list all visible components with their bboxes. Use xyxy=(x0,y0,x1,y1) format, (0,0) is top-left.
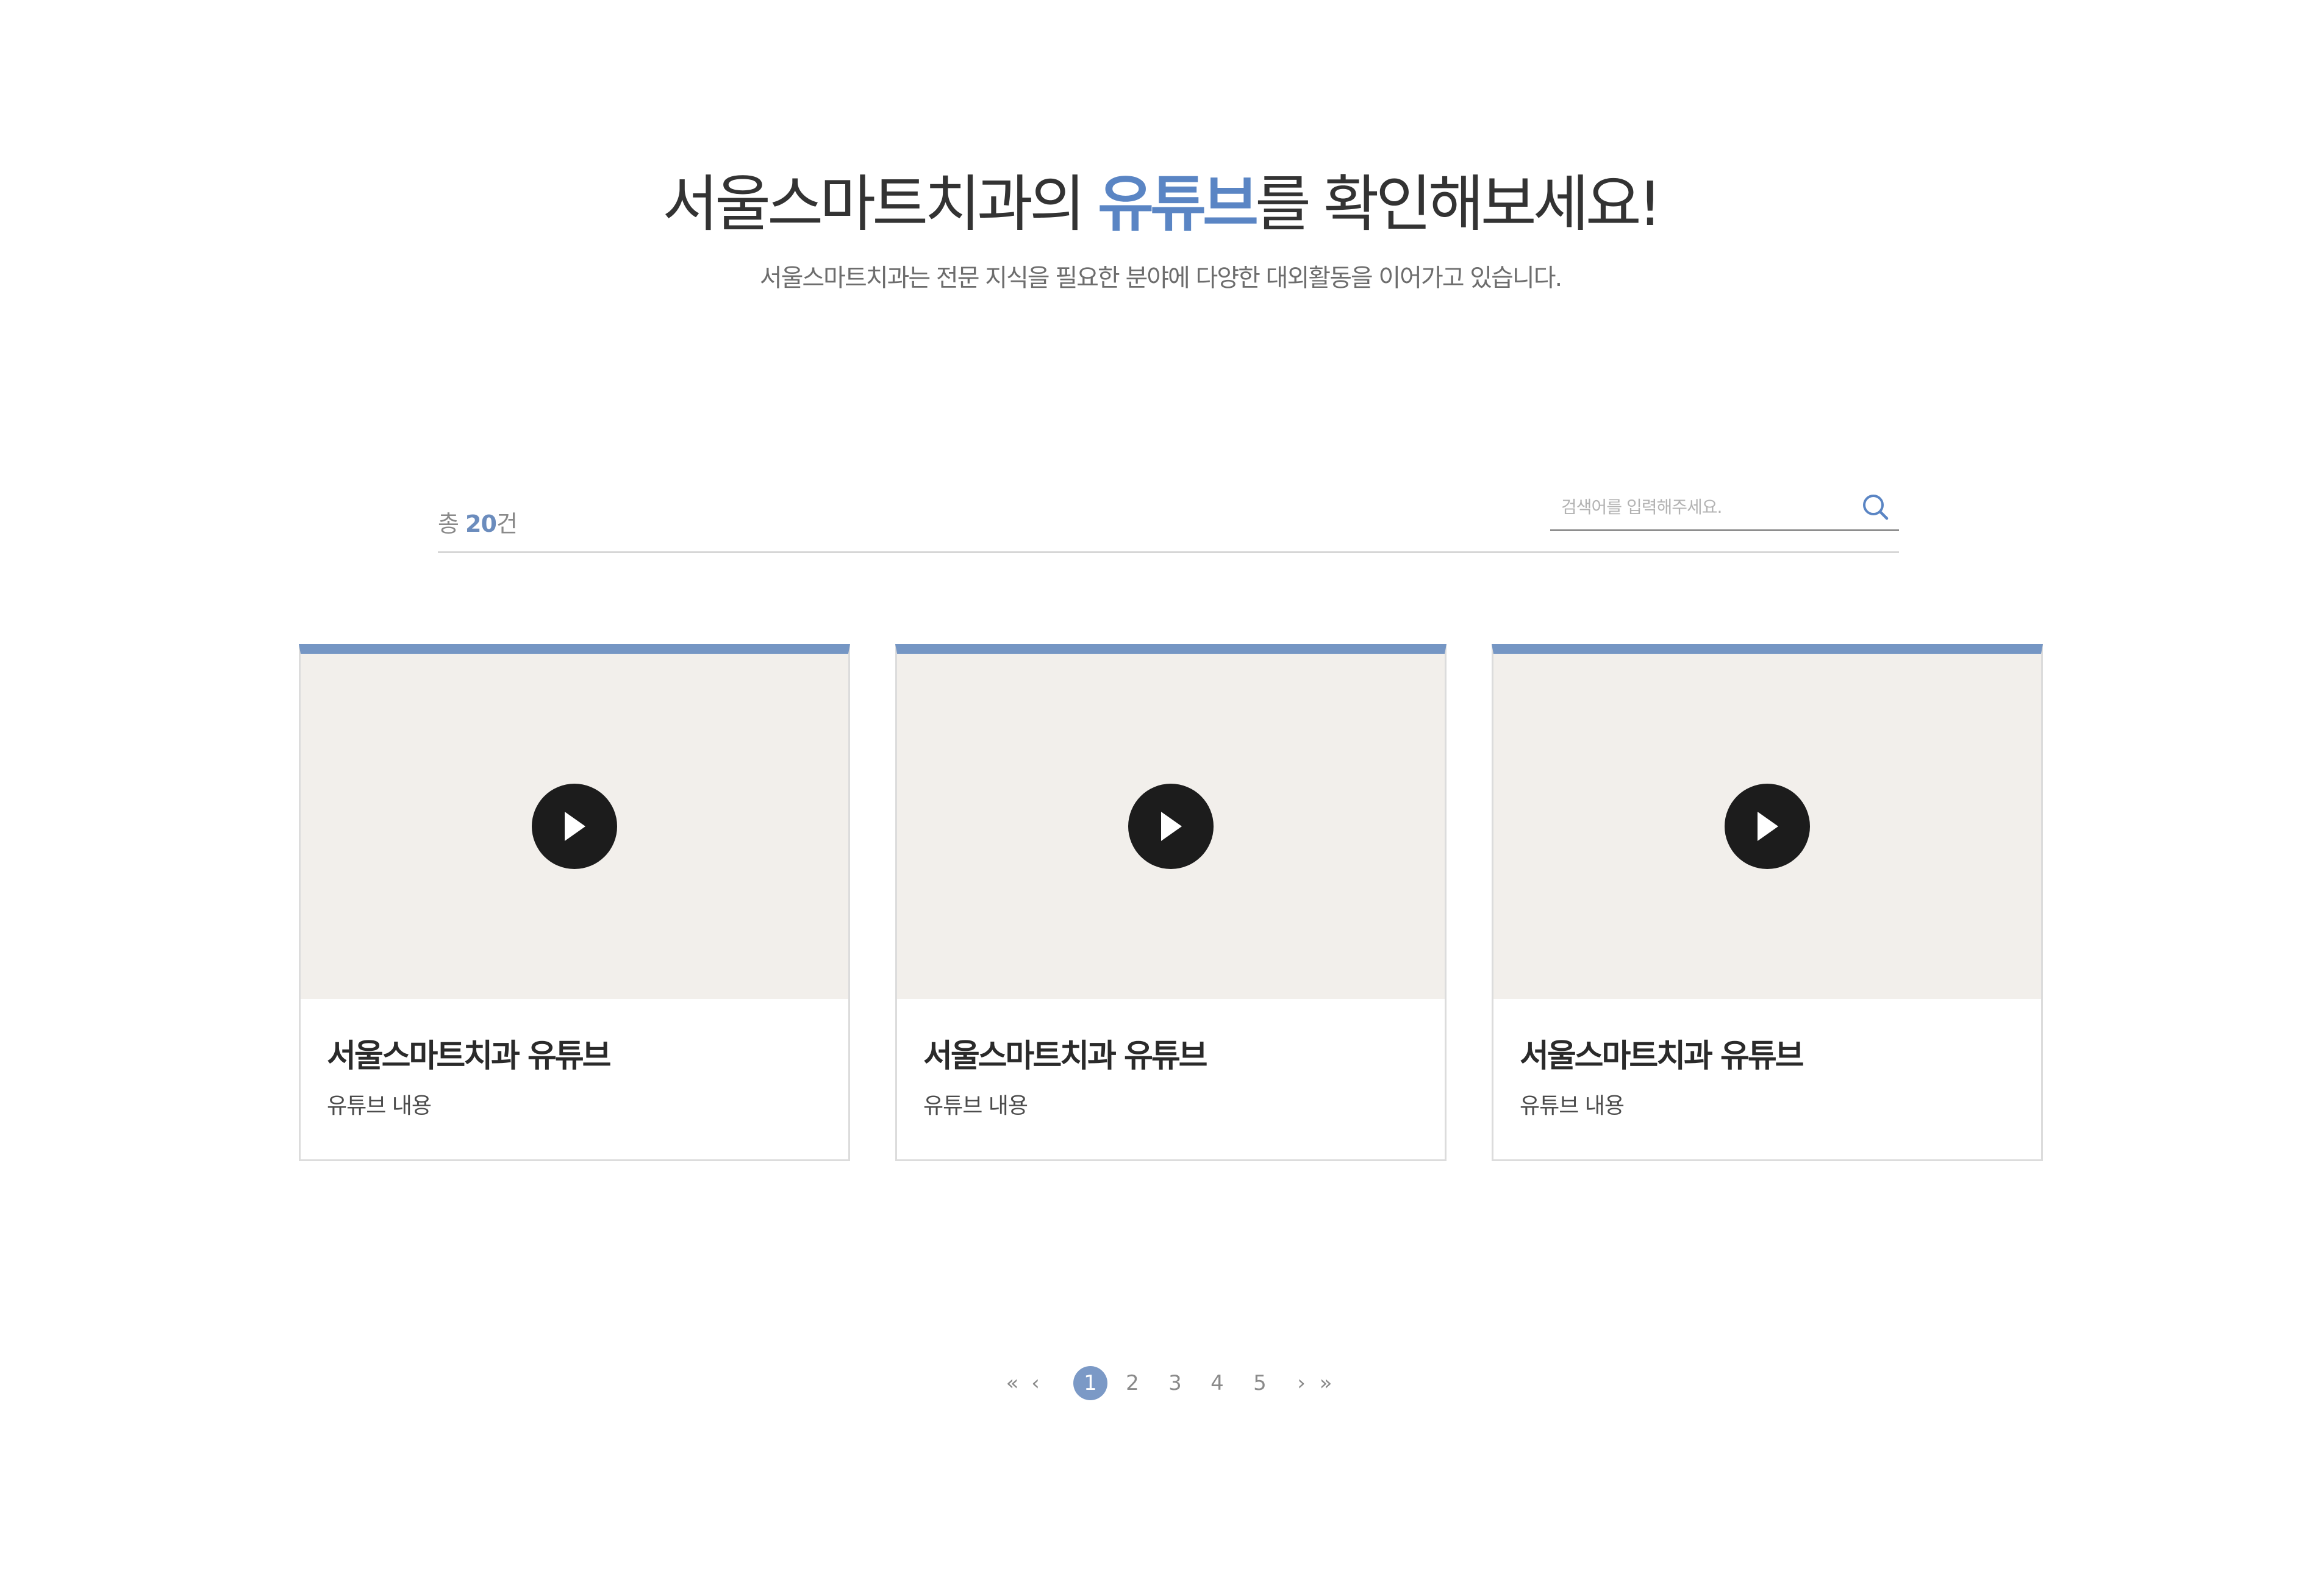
video-thumbnail[interactable] xyxy=(1493,654,2041,999)
video-card-list: 서울스마트치과 유튜브 유튜브 내용 서울스마트치과 유튜브 유튜브 내용 서울… xyxy=(299,644,2043,1161)
total-suffix: 건 xyxy=(496,510,518,537)
last-page-button[interactable]: » xyxy=(1312,1366,1339,1400)
play-icon xyxy=(1161,812,1182,841)
total-count: 총 20건 xyxy=(438,509,518,539)
play-button[interactable] xyxy=(1725,784,1810,869)
page-header: 서울스마트치과의 유튜브를 확인해보세요! 서울스마트치과는 전문 지식을 필요… xyxy=(0,165,2321,295)
video-thumbnail[interactable] xyxy=(897,654,1445,999)
page-title-accent: 유튜브 xyxy=(1097,168,1259,240)
page-button-5[interactable]: 5 xyxy=(1243,1366,1277,1400)
card-description: 유튜브 내용 xyxy=(1520,1093,1625,1118)
total-number: 20 xyxy=(465,510,497,537)
play-icon xyxy=(565,812,585,841)
list-toolbar: 총 20건 xyxy=(438,488,1899,553)
page-title-prefix: 서울스마트치과의 xyxy=(662,168,1098,240)
pagination: « ‹ 1 2 3 4 5 › » xyxy=(0,1366,2321,1409)
search-button[interactable] xyxy=(1859,490,1893,524)
video-thumbnail[interactable] xyxy=(301,654,848,999)
card-description: 유튜브 내용 xyxy=(923,1093,1028,1118)
search-box xyxy=(1550,488,1899,531)
page-button-1[interactable]: 1 xyxy=(1073,1366,1107,1400)
card-title: 서울스마트치과 유튜브 xyxy=(327,1038,612,1075)
card-title: 서울스마트치과 유튜브 xyxy=(1520,1038,1804,1075)
card-description: 유튜브 내용 xyxy=(327,1093,432,1118)
search-icon xyxy=(1863,495,1889,520)
page-title-suffix: 를 확인해보세요! xyxy=(1254,168,1662,240)
page-title: 서울스마트치과의 유튜브를 확인해보세요! xyxy=(0,165,2321,244)
card-title: 서울스마트치과 유튜브 xyxy=(923,1038,1208,1075)
video-card[interactable]: 서울스마트치과 유튜브 유튜브 내용 xyxy=(299,644,850,1161)
page-button-4[interactable]: 4 xyxy=(1200,1366,1234,1400)
prev-page-button[interactable]: ‹ xyxy=(1022,1366,1049,1400)
page-subtitle: 서울스마트치과는 전문 지식을 필요한 분야에 다양한 대외활동을 이어가고 있… xyxy=(759,264,1562,292)
next-page-button[interactable]: › xyxy=(1288,1366,1315,1400)
play-icon xyxy=(1758,812,1778,841)
play-button[interactable] xyxy=(1128,784,1214,869)
video-card[interactable]: 서울스마트치과 유튜브 유튜브 내용 xyxy=(895,644,1447,1161)
play-button[interactable] xyxy=(532,784,617,869)
video-card[interactable]: 서울스마트치과 유튜브 유튜브 내용 xyxy=(1492,644,2043,1161)
page-button-2[interactable]: 2 xyxy=(1115,1366,1150,1400)
search-input[interactable] xyxy=(1561,492,1842,522)
total-prefix: 총 xyxy=(438,510,466,537)
page-button-3[interactable]: 3 xyxy=(1158,1366,1192,1400)
